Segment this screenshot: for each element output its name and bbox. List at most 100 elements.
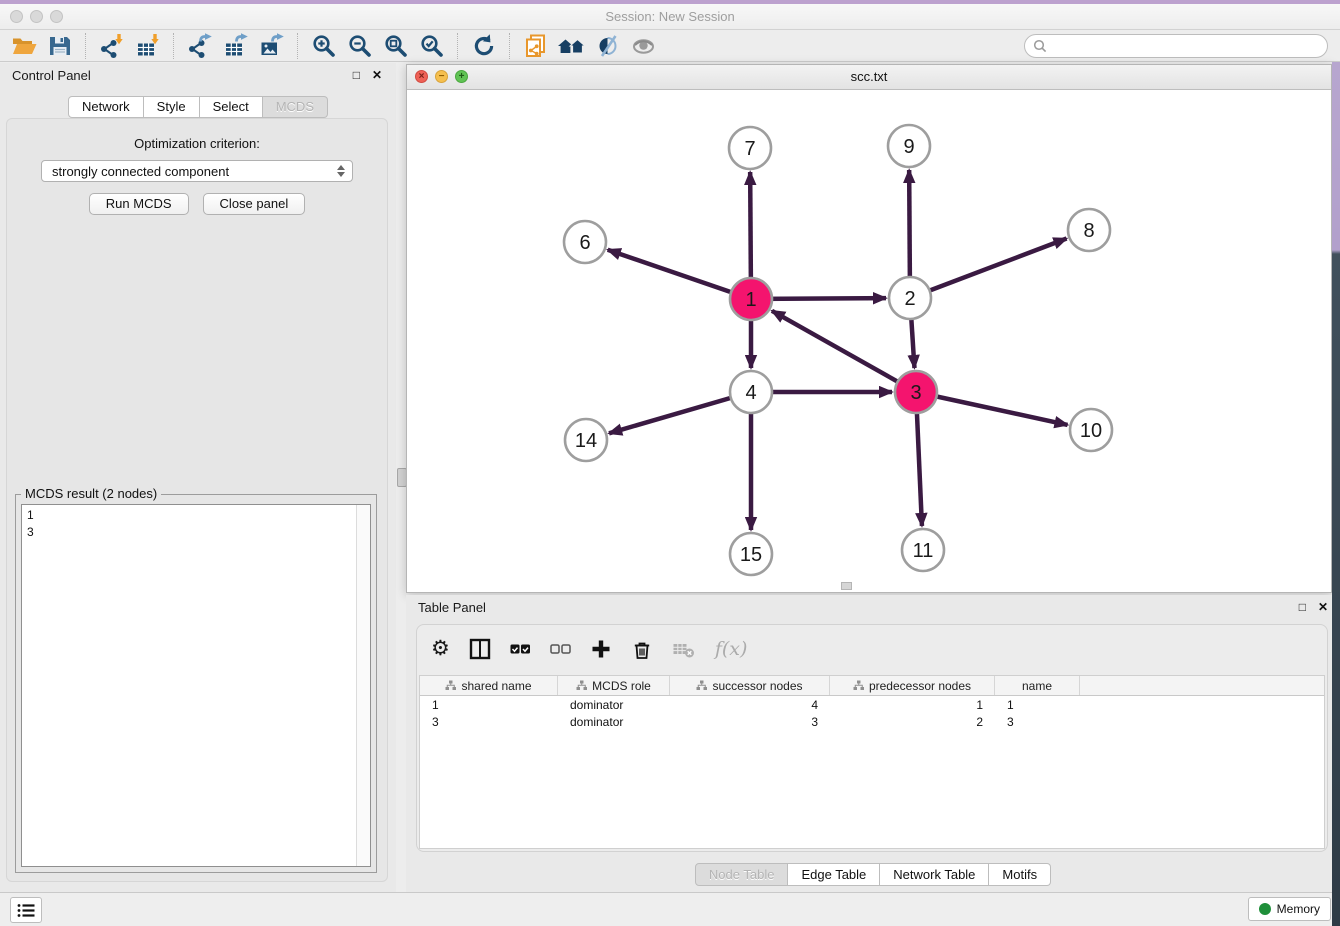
table-cell[interactable]: 3 bbox=[995, 715, 1080, 729]
table-cell[interactable]: 1 bbox=[830, 698, 995, 712]
memory-status-icon bbox=[1259, 903, 1271, 915]
open-session-button[interactable] bbox=[8, 32, 40, 60]
column-header-mcds-role[interactable]: MCDS role bbox=[558, 676, 670, 695]
graph-node-label: 8 bbox=[1083, 220, 1094, 242]
save-session-button[interactable] bbox=[44, 32, 76, 60]
table-row[interactable]: 1dominator411 bbox=[420, 696, 1324, 713]
table-cell[interactable]: dominator bbox=[558, 715, 670, 729]
list-icon bbox=[17, 903, 35, 918]
zoom-out-button[interactable] bbox=[344, 32, 376, 60]
close-panel-icon[interactable]: ✕ bbox=[1318, 600, 1328, 614]
tab-motifs[interactable]: Motifs bbox=[989, 863, 1051, 886]
delete-table-icon bbox=[672, 639, 696, 659]
criterion-value: strongly connected component bbox=[52, 164, 229, 179]
select-all-columns-button[interactable] bbox=[510, 641, 531, 657]
table-settings-button[interactable]: ⚙ bbox=[431, 638, 450, 660]
minimize-view-button[interactable]: − bbox=[435, 70, 448, 83]
delete-column-button[interactable] bbox=[631, 638, 653, 660]
run-mcds-button[interactable]: Run MCDS bbox=[89, 193, 189, 215]
import-network-button[interactable] bbox=[96, 32, 128, 60]
graph-edge-2-8[interactable] bbox=[910, 239, 1067, 298]
criterion-dropdown[interactable]: strongly connected component bbox=[41, 160, 353, 182]
function-builder-button[interactable]: f(x) bbox=[715, 638, 748, 660]
table-panel-tabs: Node TableEdge TableNetwork TableMotifs bbox=[406, 863, 1340, 886]
window-resize-handle[interactable] bbox=[841, 582, 852, 590]
minimize-window-button[interactable] bbox=[30, 10, 43, 23]
tab-network-table[interactable]: Network Table bbox=[880, 863, 989, 886]
gear-icon: ⚙ bbox=[431, 638, 450, 660]
graph-node-label: 15 bbox=[740, 544, 762, 566]
task-history-button[interactable] bbox=[10, 897, 42, 923]
zoom-fit-button[interactable] bbox=[380, 32, 412, 60]
table-cell[interactable]: 2 bbox=[830, 715, 995, 729]
maximize-view-button[interactable]: + bbox=[455, 70, 468, 83]
close-view-button[interactable]: × bbox=[415, 70, 428, 83]
main-titlebar: Session: New Session bbox=[0, 4, 1340, 30]
show-hide-button[interactable] bbox=[628, 32, 660, 60]
graph-edge-1-6[interactable] bbox=[608, 250, 751, 299]
toolbar-separator bbox=[297, 33, 299, 59]
tab-network[interactable]: Network bbox=[68, 96, 144, 118]
memory-button[interactable]: Memory bbox=[1248, 897, 1331, 921]
desktop-edge bbox=[1332, 62, 1340, 926]
column-header-name[interactable]: name bbox=[995, 676, 1080, 695]
chevron-updown-icon bbox=[337, 165, 345, 177]
search-box[interactable] bbox=[1024, 34, 1328, 58]
column-header-shared-name[interactable]: shared name bbox=[420, 676, 558, 695]
close-window-button[interactable] bbox=[10, 10, 23, 23]
deselect-all-columns-button[interactable] bbox=[550, 641, 571, 657]
import-table-button[interactable] bbox=[132, 32, 164, 60]
graph-edge-3-10[interactable] bbox=[916, 392, 1068, 425]
table-cell[interactable]: 4 bbox=[670, 698, 830, 712]
table-cell[interactable]: 3 bbox=[420, 715, 558, 729]
maximize-window-button[interactable] bbox=[50, 10, 63, 23]
table-cell[interactable]: 1 bbox=[420, 698, 558, 712]
graph-node-label: 14 bbox=[575, 430, 597, 452]
add-column-icon bbox=[590, 638, 612, 660]
float-panel-icon[interactable]: □ bbox=[1299, 600, 1306, 614]
table-cell[interactable]: 1 bbox=[995, 698, 1080, 712]
graph-node-label: 10 bbox=[1080, 420, 1102, 442]
toolbar-separator bbox=[509, 33, 511, 59]
refresh-button[interactable] bbox=[468, 32, 500, 60]
export-network-button[interactable] bbox=[184, 32, 216, 60]
network-window-titlebar[interactable]: × − + scc.txt bbox=[407, 65, 1331, 90]
column-header-predecessor-nodes[interactable]: predecessor nodes bbox=[830, 676, 995, 695]
optimization-criterion-label: Optimization criterion: bbox=[7, 136, 387, 151]
result-scrollbar[interactable] bbox=[356, 505, 370, 866]
graph-edge-3-1[interactable] bbox=[772, 311, 916, 392]
toggle-details-button[interactable] bbox=[592, 32, 624, 60]
graph-node-label: 1 bbox=[745, 289, 756, 311]
add-column-button[interactable] bbox=[590, 638, 612, 660]
export-table-button[interactable] bbox=[220, 32, 252, 60]
toggle-details-icon bbox=[595, 33, 621, 59]
delete-table-button[interactable] bbox=[672, 639, 696, 659]
network-canvas[interactable]: 1234678910111415 bbox=[407, 90, 1331, 594]
table-toolbar: ⚙ bbox=[417, 625, 1327, 673]
close-panel-button[interactable]: Close panel bbox=[203, 193, 306, 215]
memory-label: Memory bbox=[1277, 902, 1320, 916]
export-image-button[interactable] bbox=[256, 32, 288, 60]
tab-mcds[interactable]: MCDS bbox=[263, 96, 328, 118]
table-cell[interactable]: 3 bbox=[670, 715, 830, 729]
tab-node-table[interactable]: Node Table bbox=[695, 863, 789, 886]
mcds-result-list[interactable]: 13 bbox=[21, 504, 371, 867]
column-pane-button[interactable] bbox=[469, 638, 491, 660]
zoom-in-button[interactable] bbox=[308, 32, 340, 60]
graph-node-label: 4 bbox=[745, 382, 756, 404]
tab-style[interactable]: Style bbox=[144, 96, 200, 118]
search-input[interactable] bbox=[1048, 38, 1320, 54]
zoom-selected-button[interactable] bbox=[416, 32, 448, 60]
tab-select[interactable]: Select bbox=[200, 96, 263, 118]
close-panel-icon[interactable]: ✕ bbox=[372, 68, 382, 82]
column-header-successor-nodes[interactable]: successor nodes bbox=[670, 676, 830, 695]
duplicate-network-button[interactable] bbox=[520, 32, 552, 60]
float-panel-icon[interactable]: □ bbox=[353, 68, 360, 82]
graph-node-label: 7 bbox=[744, 138, 755, 160]
hierarchy-icon bbox=[445, 680, 456, 691]
table-cell[interactable]: dominator bbox=[558, 698, 670, 712]
eye-icon bbox=[631, 33, 657, 59]
home-button[interactable] bbox=[556, 32, 588, 60]
table-row[interactable]: 3dominator323 bbox=[420, 713, 1324, 730]
tab-edge-table[interactable]: Edge Table bbox=[788, 863, 880, 886]
